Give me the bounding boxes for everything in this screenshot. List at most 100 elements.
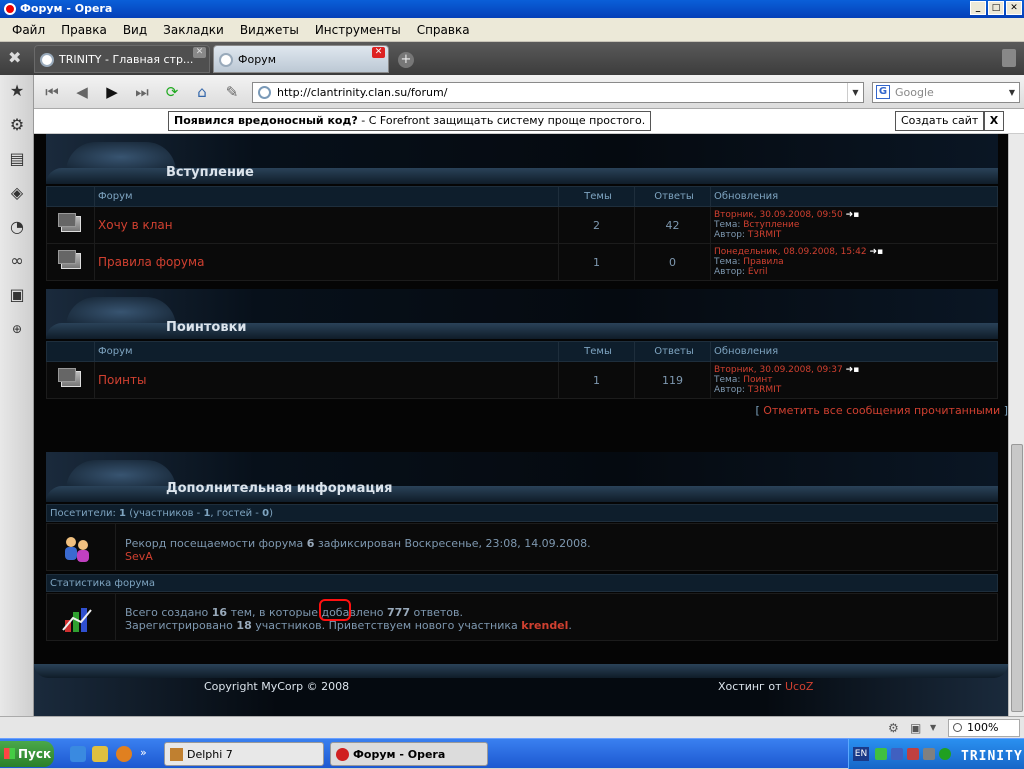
- feeds-icon[interactable]: ◈: [7, 183, 27, 203]
- author-link[interactable]: T3RMIT: [748, 385, 781, 395]
- app-icon[interactable]: [116, 746, 132, 762]
- notes-icon[interactable]: ▣: [7, 285, 27, 305]
- warning-icon[interactable]: [92, 746, 108, 762]
- opera-icon: [336, 748, 349, 761]
- topic-link[interactable]: Поинт: [743, 375, 772, 385]
- forum-link[interactable]: Поинты: [94, 361, 559, 399]
- zoom-level: 100%: [967, 721, 999, 734]
- update-date[interactable]: Понедельник, 08.09.2008, 15:42: [714, 247, 867, 257]
- scrollbar-thumb[interactable]: [1011, 444, 1023, 712]
- ad-text: - C Forefront защищать систему проще про…: [357, 114, 646, 127]
- ie-icon[interactable]: [70, 746, 86, 762]
- author-link[interactable]: Evril: [748, 267, 768, 277]
- hosting-link[interactable]: UcoZ: [785, 680, 813, 693]
- site-info-icon[interactable]: [258, 86, 271, 99]
- col-updates: Обновления: [710, 186, 998, 207]
- language-indicator[interactable]: EN: [853, 747, 869, 761]
- chat-icon[interactable]: ▤: [7, 149, 27, 169]
- topic-link[interactable]: Правила: [743, 257, 783, 267]
- chevron-down-icon[interactable]: ▼: [847, 83, 863, 102]
- zoom-control[interactable]: 100%: [948, 719, 1020, 737]
- update-date[interactable]: Вторник, 30.09.2008, 09:37: [714, 365, 843, 375]
- turbo-icon[interactable]: ⚙: [888, 721, 902, 735]
- menu-file[interactable]: Файл: [4, 23, 53, 37]
- create-site-button[interactable]: Создать сайт: [895, 111, 985, 131]
- fast-forward-icon[interactable]: ⏭: [130, 81, 154, 103]
- close-tab-icon[interactable]: ✕: [372, 47, 385, 58]
- hosting-label: Хостинг от: [718, 680, 782, 693]
- tab-trinity-home[interactable]: TRINITY - Главная стр... ✕: [34, 45, 210, 73]
- chevron-down-icon[interactable]: ▼: [930, 721, 944, 735]
- vertical-scrollbar[interactable]: [1008, 134, 1024, 716]
- chevron-down-icon[interactable]: ▼: [1005, 83, 1019, 102]
- add-panel-icon[interactable]: ⊕: [7, 319, 27, 339]
- tab-forum[interactable]: Форум ✕: [213, 45, 389, 73]
- ad-bar: Появился вредоносный код? - C Forefront …: [34, 109, 1024, 134]
- record-user-link[interactable]: SevA: [125, 550, 153, 563]
- reload-icon[interactable]: ⟳: [160, 81, 184, 103]
- links-icon[interactable]: ∞: [7, 251, 27, 271]
- menu-tools[interactable]: Инструменты: [307, 23, 409, 37]
- stats-text: Зарегистрировано: [125, 619, 233, 632]
- menu-help[interactable]: Справка: [409, 23, 478, 37]
- wrench-icon[interactable]: ✖: [8, 48, 21, 67]
- tray-icon[interactable]: [923, 748, 935, 760]
- system-tray: EN TRINITY: [848, 739, 1024, 769]
- ad-message[interactable]: Появился вредоносный код? - C Forefront …: [168, 111, 652, 131]
- back-icon[interactable]: ◀: [70, 81, 94, 103]
- maximize-button[interactable]: □: [988, 1, 1004, 15]
- update-date[interactable]: Вторник, 30.09.2008, 09:50: [714, 210, 843, 220]
- goto-post-icon[interactable]: ➜▪: [846, 365, 860, 375]
- history-clock-icon[interactable]: ◔: [7, 217, 27, 237]
- site-icon: [219, 53, 233, 67]
- stats-block: Всего создано 16 тем, в которые добавлен…: [46, 593, 998, 641]
- menu-view[interactable]: Вид: [115, 23, 155, 37]
- start-button[interactable]: Пуск: [0, 741, 54, 767]
- tray-icon[interactable]: [891, 748, 903, 760]
- new-tab-button[interactable]: +: [398, 52, 414, 68]
- goto-post-icon[interactable]: ➜▪: [869, 247, 883, 257]
- page-footer: Copyright MyCorp © 2008 Хостинг от UcoZ: [34, 664, 1008, 716]
- visitors-text: (участников -: [129, 508, 201, 519]
- address-field[interactable]: http://clantrinity.clan.su/forum/ ▼: [252, 82, 864, 103]
- section-title: Вступление: [166, 165, 254, 180]
- trash-icon[interactable]: [1002, 49, 1016, 67]
- minimize-button[interactable]: _: [970, 1, 986, 15]
- taskbar-item-opera[interactable]: Форум - Opera: [330, 742, 488, 766]
- home-icon[interactable]: ⌂: [190, 81, 214, 103]
- menu-bookmarks[interactable]: Закладки: [155, 23, 232, 37]
- edit-pen-icon[interactable]: ✎: [220, 81, 244, 103]
- status-bar: ⚙ ▣ ▼ 100%: [0, 716, 1024, 738]
- taskbar-item-delphi[interactable]: Delphi 7: [164, 742, 324, 766]
- stats-topics: 16: [211, 606, 228, 619]
- topic-link[interactable]: Вступление: [743, 220, 799, 230]
- menu-widgets[interactable]: Виджеты: [232, 23, 307, 37]
- search-field[interactable]: G Google ▼: [872, 82, 1020, 103]
- col-updates: Обновления: [710, 341, 998, 362]
- table-header-row: Форум Темы Ответы Обновления: [46, 186, 998, 207]
- mark-all-read-link[interactable]: Отметить все сообщения прочитанными: [763, 404, 1000, 417]
- close-tab-icon[interactable]: ✕: [193, 47, 206, 58]
- section-header: Вступление: [46, 134, 998, 184]
- tray-icon[interactable]: [875, 748, 887, 760]
- new-user-link[interactable]: krendel: [521, 619, 568, 632]
- author-label: Автор:: [714, 385, 745, 395]
- forum-link[interactable]: Хочу в клан: [94, 206, 559, 244]
- menu-edit[interactable]: Правка: [53, 23, 115, 37]
- camera-icon[interactable]: ▣: [910, 721, 924, 735]
- bookmarks-star-icon[interactable]: ★: [7, 81, 27, 101]
- close-ad-button[interactable]: X: [984, 111, 1004, 131]
- more-icon[interactable]: »: [140, 746, 156, 762]
- forward-icon[interactable]: ▶: [100, 81, 124, 103]
- close-window-button[interactable]: ✕: [1006, 1, 1022, 15]
- rewind-icon[interactable]: ⏮: [40, 81, 64, 103]
- tray-icon[interactable]: [907, 748, 919, 760]
- gear-icon[interactable]: ⚙: [7, 115, 27, 135]
- goto-post-icon[interactable]: ➜▪: [846, 210, 860, 220]
- forum-link[interactable]: Правила форума: [94, 243, 559, 281]
- google-icon[interactable]: G: [876, 85, 890, 99]
- author-link[interactable]: T3RMIT: [748, 230, 781, 240]
- record-count: 6: [306, 537, 315, 550]
- tab-label: TRINITY - Главная стр...: [59, 53, 194, 66]
- tray-icon[interactable]: [939, 748, 951, 760]
